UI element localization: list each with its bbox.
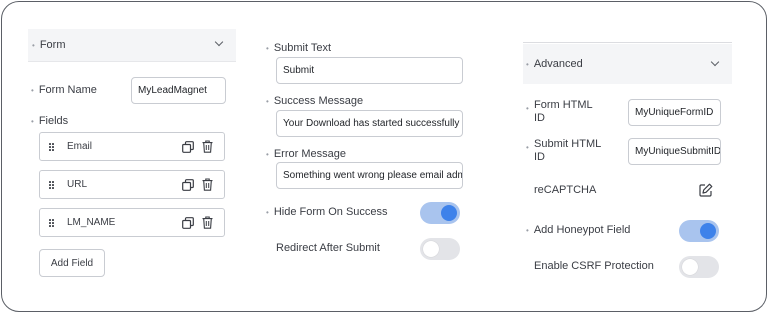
bullet-icon: • [266, 150, 269, 159]
form-section-divider [28, 61, 236, 62]
bullet-icon: • [266, 208, 269, 217]
bullet-icon: • [266, 44, 269, 53]
honeypot-row: • Add Honeypot Field [526, 224, 630, 236]
redirect-toggle[interactable] [420, 238, 460, 260]
advanced-section-header[interactable]: • Advanced [523, 44, 732, 84]
recaptcha-row: reCAPTCHA [534, 184, 596, 196]
bullet-icon: • [526, 226, 529, 235]
edit-icon[interactable] [699, 183, 713, 197]
add-field-button[interactable]: Add Field [39, 249, 105, 277]
form-section-title: Form [39, 39, 66, 51]
fields-heading: • Fields [31, 115, 68, 127]
csrf-row: Enable CSRF Protection [534, 260, 654, 272]
error-message-label: Error Message [273, 148, 346, 160]
form-html-id-input[interactable]: MyUniqueFormID [628, 99, 721, 126]
field-row-email[interactable]: Email [39, 132, 225, 161]
error-message-input[interactable]: Something went wrong please email admin [276, 162, 463, 189]
field-name: Email [67, 141, 93, 152]
field-name: URL [67, 179, 88, 190]
toggle-knob [441, 205, 457, 221]
toggle-knob [423, 241, 439, 257]
redirect-label: Redirect After Submit [276, 242, 380, 254]
bullet-icon: • [526, 104, 529, 113]
form-section-header[interactable]: • Form [28, 29, 236, 61]
chevron-down-icon[interactable] [214, 37, 224, 47]
form-name-label: Form Name [38, 84, 97, 96]
submit-text-row: • Submit Text [266, 42, 331, 54]
copy-icon[interactable] [182, 179, 194, 191]
honeypot-toggle[interactable] [679, 220, 719, 242]
bullet-icon: • [526, 59, 529, 69]
trash-icon[interactable] [202, 216, 213, 229]
bullet-icon: • [526, 143, 529, 152]
field-row-url[interactable]: URL [39, 170, 225, 199]
submit-text-input[interactable]: Submit [276, 57, 463, 84]
csrf-label: Enable CSRF Protection [534, 260, 654, 272]
submit-html-id-label: Submit HTML ID [534, 138, 601, 163]
advanced-top-divider [523, 42, 732, 43]
redirect-row: Redirect After Submit [276, 242, 380, 254]
hide-form-label: Hide Form On Success [273, 206, 388, 218]
advanced-section-title: Advanced [533, 58, 583, 70]
window-frame: • Form • Form Name MyLeadMagnet • Fields E… [1, 1, 767, 312]
success-message-row: • Success Message [266, 95, 363, 107]
form-name-input[interactable]: MyLeadMagnet [131, 77, 226, 104]
bullet-icon: • [31, 86, 34, 95]
form-html-id-label: Form HTML ID [534, 99, 593, 124]
error-message-row: • Error Message [266, 148, 346, 160]
recaptcha-label: reCAPTCHA [534, 184, 597, 196]
submit-html-id-input[interactable]: MyUniqueSubmitID [628, 138, 721, 165]
honeypot-label: Add Honeypot Field [533, 224, 631, 236]
submit-text-label: Submit Text [273, 42, 332, 54]
bullet-icon: • [266, 97, 269, 106]
fields-label: Fields [38, 115, 69, 127]
drag-handle-icon[interactable] [49, 219, 54, 228]
form-name-row: • Form Name [31, 84, 97, 96]
copy-icon[interactable] [182, 217, 194, 229]
success-message-label: Success Message [273, 95, 364, 107]
drag-handle-icon[interactable] [49, 143, 54, 152]
toggle-knob [682, 259, 698, 275]
trash-icon[interactable] [202, 140, 213, 153]
bullet-icon: • [31, 117, 34, 126]
chevron-down-icon[interactable] [710, 57, 720, 67]
copy-icon[interactable] [182, 141, 194, 153]
trash-icon[interactable] [202, 178, 213, 191]
hide-form-toggle[interactable] [420, 202, 460, 224]
field-name: LM_NAME [67, 217, 116, 228]
csrf-toggle[interactable] [679, 256, 719, 278]
drag-handle-icon[interactable] [49, 181, 54, 190]
bullet-icon: • [32, 40, 35, 50]
toggle-knob [700, 223, 716, 239]
success-message-input[interactable]: Your Download has started successfully [276, 110, 463, 137]
hide-form-row: • Hide Form On Success [266, 206, 388, 218]
field-row-lm-name[interactable]: LM_NAME [39, 208, 225, 237]
